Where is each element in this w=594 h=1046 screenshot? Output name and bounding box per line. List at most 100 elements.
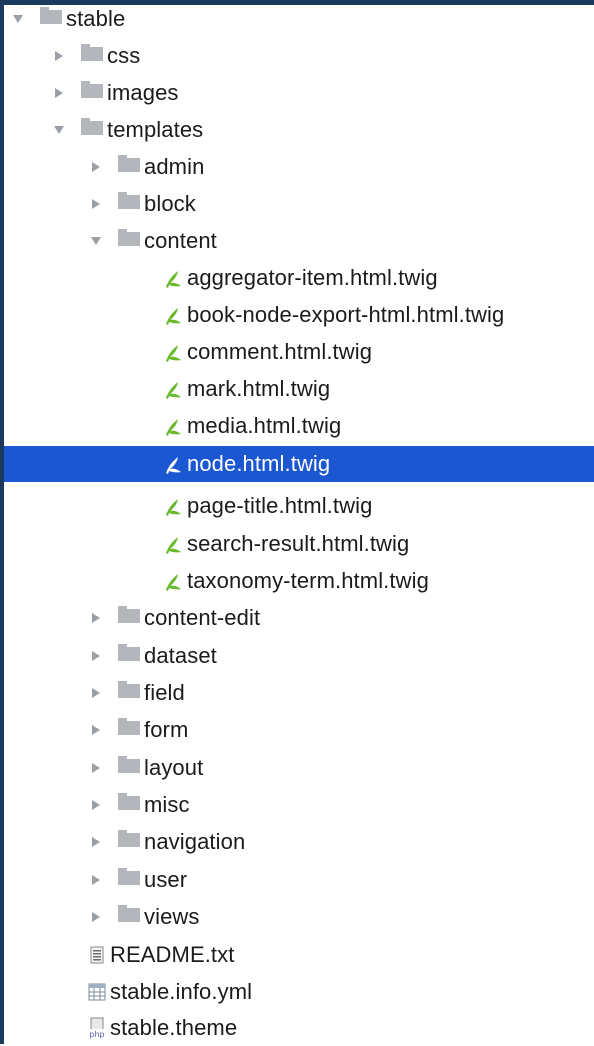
tree-file-taxonomy-term[interactable]: taxonomy-term.html.twig xyxy=(4,562,594,599)
tree-file-node-selected[interactable]: node.html.twig xyxy=(4,446,594,482)
expand-arrow-down-icon[interactable] xyxy=(52,123,66,137)
tree-node-label: page-title.html.twig xyxy=(187,492,373,518)
folder-icon xyxy=(40,6,62,24)
tree-node-label: views xyxy=(144,903,200,929)
expand-arrow-right-icon[interactable] xyxy=(89,197,103,211)
tree-node-label: admin xyxy=(144,153,205,179)
tree-node-layout[interactable]: layout xyxy=(4,749,594,786)
folder-icon xyxy=(118,154,140,172)
folder-icon xyxy=(118,755,140,773)
twig-icon xyxy=(163,533,185,555)
tree-file-media[interactable]: media.html.twig xyxy=(4,407,594,444)
tree-node-label: search-result.html.twig xyxy=(187,530,410,556)
expand-arrow-right-icon[interactable] xyxy=(52,86,66,100)
tree-node-label: dataset xyxy=(144,642,217,668)
expand-arrow-right-icon[interactable] xyxy=(89,761,103,775)
tree-node-label: block xyxy=(144,190,196,216)
twig-icon xyxy=(163,341,185,363)
tree-node-label: user xyxy=(144,866,188,892)
tree-node-admin[interactable]: admin xyxy=(4,148,594,185)
tree-node-label: taxonomy-term.html.twig xyxy=(187,567,429,593)
expand-arrow-down-icon[interactable] xyxy=(89,234,103,248)
tree-node-label: stable.theme xyxy=(110,1014,238,1040)
php-file-icon: php xyxy=(86,1017,108,1039)
tree-node-content-edit[interactable]: content-edit xyxy=(4,599,594,636)
twig-icon xyxy=(163,453,185,475)
folder-icon xyxy=(118,867,140,885)
tree-node-label: aggregator-item.html.twig xyxy=(187,264,438,290)
folder-icon xyxy=(118,605,140,623)
tree-node-form[interactable]: form xyxy=(4,711,594,748)
twig-icon xyxy=(163,378,185,400)
folder-icon xyxy=(118,643,140,661)
tree-node-label: book-node-export-html.html.twig xyxy=(187,301,505,327)
tree-node-label: css xyxy=(107,42,141,68)
tree-node-label: comment.html.twig xyxy=(187,338,373,364)
twig-icon xyxy=(163,415,185,437)
tree-node-label: content-edit xyxy=(144,604,261,630)
yml-file-icon xyxy=(86,981,108,1003)
tree-node-views[interactable]: views xyxy=(4,898,594,935)
folder-icon xyxy=(118,680,140,698)
tree-node-label: mark.html.twig xyxy=(187,375,331,401)
twig-icon xyxy=(163,570,185,592)
tree-node-content[interactable]: content xyxy=(4,222,594,259)
tree-node-label: form xyxy=(144,716,189,742)
tree-node-label: field xyxy=(144,679,185,705)
tree-file-comment[interactable]: comment.html.twig xyxy=(4,333,594,370)
tree-node-label: stable.info.yml xyxy=(110,978,253,1004)
tree-node-label: navigation xyxy=(144,828,246,854)
expand-arrow-right-icon[interactable] xyxy=(89,835,103,849)
tree-node-misc[interactable]: misc xyxy=(4,786,594,823)
folder-icon xyxy=(118,717,140,735)
folder-icon xyxy=(118,829,140,847)
tree-node-field[interactable]: field xyxy=(4,674,594,711)
expand-arrow-down-icon[interactable] xyxy=(11,12,25,26)
expand-arrow-right-icon[interactable] xyxy=(89,686,103,700)
tree-node-user[interactable]: user xyxy=(4,861,594,898)
tree-file-readme[interactable]: README.txt xyxy=(4,936,594,973)
tree-node-label: layout xyxy=(144,754,204,780)
tree-file-page-title[interactable]: page-title.html.twig xyxy=(4,487,594,524)
expand-arrow-right-icon[interactable] xyxy=(89,611,103,625)
text-file-icon xyxy=(86,944,108,966)
folder-icon xyxy=(81,117,103,135)
folder-icon xyxy=(118,904,140,922)
tree-node-stable[interactable]: stable xyxy=(4,0,594,37)
tree-file-mark[interactable]: mark.html.twig xyxy=(4,370,594,407)
tree-node-label: templates xyxy=(107,116,204,142)
project-file-tree[interactable]: stable css images templates admin block … xyxy=(4,0,594,1044)
svg-text:php: php xyxy=(89,1030,104,1039)
tree-node-label: misc xyxy=(144,791,190,817)
tree-node-dataset[interactable]: dataset xyxy=(4,637,594,674)
folder-icon xyxy=(118,228,140,246)
folder-icon xyxy=(118,191,140,209)
tree-node-label: node.html.twig xyxy=(187,451,331,476)
tree-file-search-result[interactable]: search-result.html.twig xyxy=(4,525,594,562)
tree-file-aggregator-item[interactable]: aggregator-item.html.twig xyxy=(4,259,594,296)
expand-arrow-right-icon[interactable] xyxy=(89,723,103,737)
tree-node-css[interactable]: css xyxy=(4,37,594,74)
tree-node-label: images xyxy=(107,79,179,105)
expand-arrow-right-icon[interactable] xyxy=(89,160,103,174)
folder-icon xyxy=(118,792,140,810)
tree-file-info-yml[interactable]: stable.info.yml xyxy=(4,973,594,1010)
expand-arrow-right-icon[interactable] xyxy=(89,798,103,812)
tree-node-block[interactable]: block xyxy=(4,185,594,222)
expand-arrow-right-icon[interactable] xyxy=(89,649,103,663)
expand-arrow-right-icon[interactable] xyxy=(89,910,103,924)
tree-node-templates[interactable]: templates xyxy=(4,111,594,148)
folder-icon xyxy=(81,80,103,98)
tree-node-label: README.txt xyxy=(110,941,235,967)
tree-file-book-node-export[interactable]: book-node-export-html.html.twig xyxy=(4,296,594,333)
tree-node-navigation[interactable]: navigation xyxy=(4,823,594,860)
expand-arrow-right-icon[interactable] xyxy=(52,49,66,63)
twig-icon xyxy=(163,495,185,517)
tree-node-images[interactable]: images xyxy=(4,74,594,111)
folder-icon xyxy=(81,43,103,61)
tree-node-label: content xyxy=(144,227,217,253)
tree-file-theme[interactable]: php stable.theme xyxy=(4,1009,594,1046)
twig-icon xyxy=(163,304,185,326)
expand-arrow-right-icon[interactable] xyxy=(89,873,103,887)
twig-icon xyxy=(163,267,185,289)
